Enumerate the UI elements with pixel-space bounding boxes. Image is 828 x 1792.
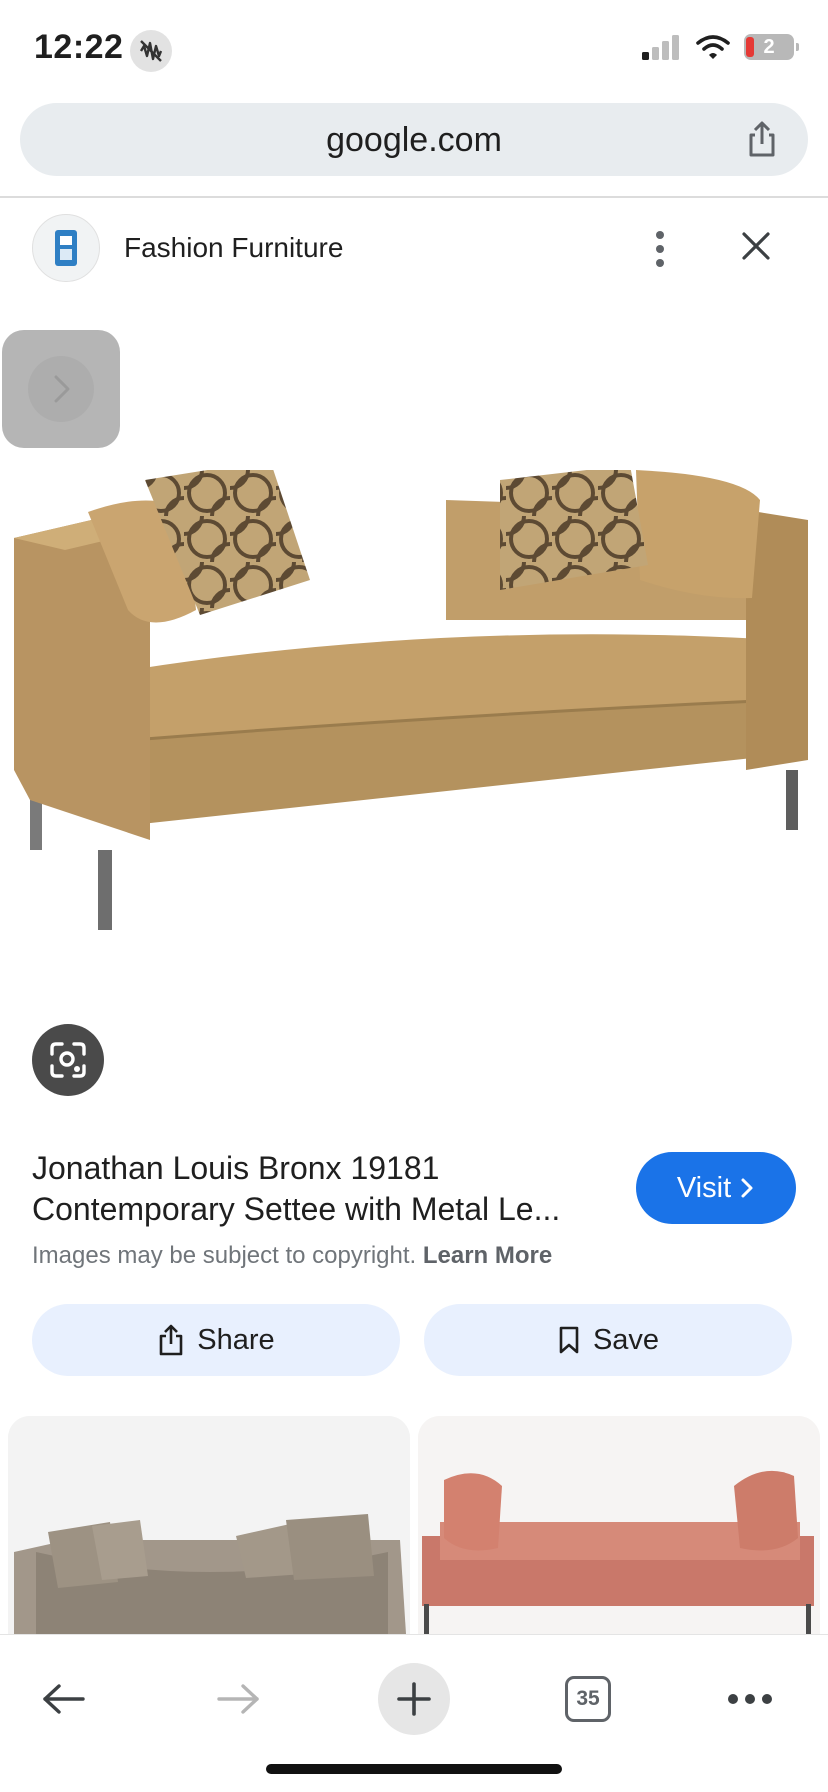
tab-switcher-button[interactable]: 35	[552, 1663, 624, 1735]
visit-button[interactable]: Visit	[636, 1152, 796, 1224]
source-name[interactable]: Fashion Furniture	[124, 232, 343, 264]
home-indicator[interactable]	[266, 1764, 562, 1774]
arrow-right-icon	[217, 1684, 259, 1714]
status-bar: 12:22 2	[0, 0, 828, 100]
result-title-line-1[interactable]: Jonathan Louis Bronx 19181	[32, 1148, 602, 1189]
status-indicators: 2	[642, 34, 799, 60]
share-icon	[159, 1324, 183, 1356]
bookmark-icon	[559, 1326, 579, 1354]
new-tab-button[interactable]	[378, 1663, 450, 1735]
learn-more-link[interactable]: Learn More	[423, 1242, 552, 1269]
result-title[interactable]: Jonathan Louis Bronx 19181 Contemporary …	[32, 1148, 602, 1230]
share-icon[interactable]	[742, 119, 782, 159]
more-horizontal-icon[interactable]	[714, 1663, 786, 1735]
result-title-line-2[interactable]: Contemporary Settee with Metal Le...	[32, 1189, 602, 1230]
plus-icon	[397, 1682, 431, 1716]
close-icon[interactable]	[736, 226, 776, 266]
lens-icon	[50, 1042, 86, 1078]
back-button[interactable]	[28, 1663, 100, 1735]
next-image-button[interactable]	[2, 330, 120, 448]
wifi-icon	[696, 35, 730, 59]
source-favicon[interactable]	[32, 214, 100, 282]
signal-icon	[642, 35, 679, 60]
save-button[interactable]: Save	[424, 1304, 792, 1376]
source-header: Fashion Furniture	[0, 210, 828, 294]
share-button[interactable]: Share	[32, 1304, 400, 1376]
status-time: 12:22	[34, 28, 124, 66]
copyright-notice: Images may be subject to copyright. Lear…	[32, 1242, 552, 1270]
chevron-right-icon	[28, 356, 94, 422]
url-text[interactable]: google.com	[20, 121, 808, 160]
arrow-left-icon	[43, 1684, 85, 1714]
chevron-right-icon	[741, 1178, 753, 1198]
battery-level: 2	[763, 35, 775, 58]
related-image-1[interactable]	[8, 1416, 410, 1634]
divider	[0, 196, 828, 198]
address-bar[interactable]: google.com	[20, 103, 808, 176]
product-image[interactable]	[0, 470, 828, 950]
do-not-disturb-icon	[130, 30, 172, 72]
share-label: Share	[197, 1323, 275, 1356]
battery-icon: 2	[744, 34, 799, 60]
lens-button[interactable]	[32, 1024, 104, 1096]
tab-count: 35	[565, 1676, 611, 1722]
forward-button[interactable]	[202, 1663, 274, 1735]
save-label: Save	[592, 1323, 660, 1356]
visit-label: Visit	[676, 1171, 732, 1204]
copyright-text: Images may be subject to copyright.	[32, 1242, 417, 1269]
more-vertical-icon[interactable]	[640, 224, 680, 274]
related-image-2[interactable]	[418, 1416, 820, 1634]
